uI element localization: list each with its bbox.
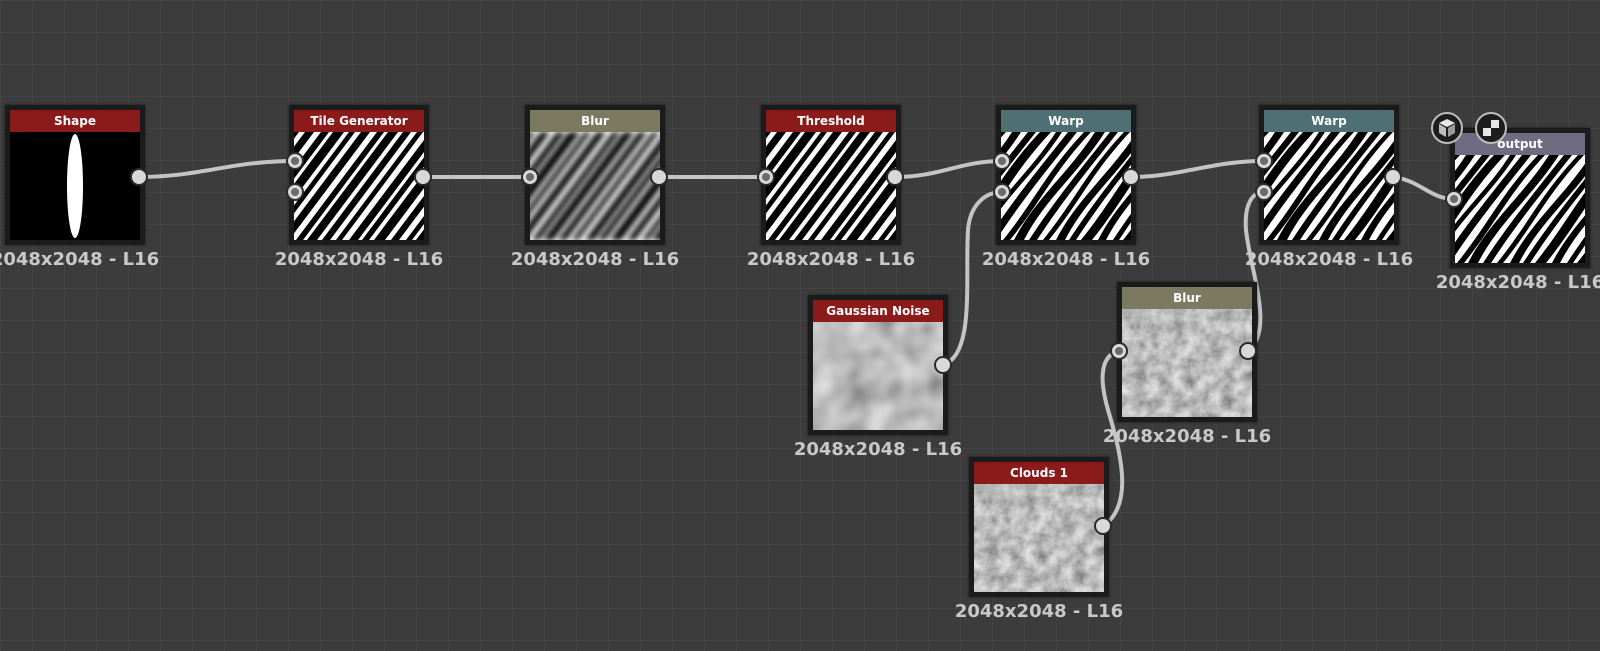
node-thumbnail (766, 132, 896, 240)
input-port-warp-2-1[interactable] (1255, 183, 1273, 201)
node-gaussian-noise[interactable]: Gaussian Noise 2048x2048 - L16 (794, 295, 962, 471)
node-thumbnail (10, 132, 140, 240)
node-frame: output (1450, 128, 1590, 268)
node-thumbnail (294, 132, 424, 240)
node-title: Clouds 1 (974, 462, 1104, 484)
thumbnail-image (813, 322, 943, 430)
view-3d-button[interactable] (1431, 112, 1463, 144)
node-frame: Shape (5, 105, 145, 245)
thumbnail-image (1264, 132, 1394, 240)
output-port-shape-0[interactable] (130, 168, 148, 186)
input-port-tile-generator-0[interactable] (286, 152, 304, 170)
output-port-warp-1-0[interactable] (1122, 168, 1140, 186)
node-shape[interactable]: Shape 2048x2048 - L16 (0, 105, 159, 281)
wire-shape-to-tile (137, 159, 297, 179)
node-resolution-label: 2048x2048 - L16 (274, 249, 444, 270)
node-resolution-label: 2048x2048 - L16 (1244, 249, 1414, 270)
node-blur-1[interactable]: Blur 2048x2048 - L16 (511, 105, 679, 281)
node-resolution-label: 2048x2048 - L16 (1102, 426, 1272, 447)
node-resolution-label: 2048x2048 - L16 (793, 439, 963, 460)
thumbnail-image (766, 132, 896, 240)
node-thumbnail (530, 132, 660, 240)
node-title: Blur (1122, 287, 1252, 309)
checker-2d-icon (1483, 120, 1499, 136)
node-blur-2[interactable]: Blur 2048x2048 - L16 (1103, 282, 1271, 458)
node-frame: Clouds 1 (969, 457, 1109, 597)
wire-noise-to-warp1 (941, 190, 1004, 367)
node-frame: Tile Generator (289, 105, 429, 245)
node-thumbnail (974, 484, 1104, 592)
node-thumbnail (1455, 155, 1585, 263)
node-frame: Threshold (761, 105, 901, 245)
node-output[interactable]: output 2048x2048 - L16 (1436, 128, 1600, 304)
node-frame: Blur (1117, 282, 1257, 422)
output-port-threshold-0[interactable] (886, 168, 904, 186)
node-resolution-label: 2048x2048 - L16 (0, 249, 160, 270)
node-thumbnail (1122, 309, 1252, 417)
connection-wires (137, 159, 1456, 528)
input-port-tile-generator-1[interactable] (286, 183, 304, 201)
node-resolution-label: 2048x2048 - L16 (981, 249, 1151, 270)
input-port-warp-1-0[interactable] (993, 152, 1011, 170)
output-port-clouds-1-0[interactable] (1094, 517, 1112, 535)
view-2d-button[interactable] (1475, 112, 1507, 144)
node-thumbnail (1001, 132, 1131, 240)
node-frame: Warp (996, 105, 1136, 245)
node-resolution-label: 2048x2048 - L16 (510, 249, 680, 270)
node-threshold[interactable]: Threshold 2048x2048 - L16 (747, 105, 915, 281)
output-port-tile-generator-0[interactable] (414, 168, 432, 186)
node-title: Warp (1264, 110, 1394, 132)
node-frame: Gaussian Noise (808, 295, 948, 435)
thumbnail-image (1455, 155, 1585, 263)
wire-warp1-to-warp2 (1129, 159, 1266, 179)
output-port-blur-2-0[interactable] (1239, 342, 1257, 360)
output-port-warp-2-0[interactable] (1384, 168, 1402, 186)
input-port-blur-1-0[interactable] (521, 168, 539, 186)
thumbnail-image (530, 132, 660, 240)
input-port-warp-2-0[interactable] (1255, 152, 1273, 170)
node-tile-generator[interactable]: Tile Generator 2048x2048 - L16 (275, 105, 443, 281)
output-port-gaussian-noise-0[interactable] (934, 356, 952, 374)
output-port-blur-1-0[interactable] (650, 168, 668, 186)
node-warp-2[interactable]: Warp 2048x2048 - L16 (1245, 105, 1413, 281)
input-port-warp-1-1[interactable] (993, 183, 1011, 201)
thumbnail-image (1001, 132, 1131, 240)
node-thumbnail (813, 322, 943, 430)
input-port-threshold-0[interactable] (757, 168, 775, 186)
node-frame: Blur (525, 105, 665, 245)
node-resolution-label: 2048x2048 - L16 (746, 249, 916, 270)
node-title: Tile Generator (294, 110, 424, 132)
node-resolution-label: 2048x2048 - L16 (1435, 272, 1600, 293)
thumbnail-image (294, 132, 424, 240)
node-title: Shape (10, 110, 140, 132)
input-port-blur-2-0[interactable] (1110, 342, 1128, 360)
thumbnail-image (1122, 309, 1252, 417)
wire-threshold-to-warp1 (893, 159, 1004, 179)
node-warp-1[interactable]: Warp 2048x2048 - L16 (982, 105, 1150, 281)
input-port-output-0[interactable] (1445, 190, 1463, 208)
node-title: Warp (1001, 110, 1131, 132)
node-title: Gaussian Noise (813, 300, 943, 322)
node-resolution-label: 2048x2048 - L16 (954, 601, 1124, 622)
node-title: Threshold (766, 110, 896, 132)
node-title: Blur (530, 110, 660, 132)
node-clouds-1[interactable]: Clouds 1 2048x2048 - L16 (955, 457, 1123, 633)
thumbnail-image (10, 132, 140, 240)
3d-cube-icon (1439, 119, 1455, 137)
node-title: output (1455, 133, 1585, 155)
node-frame: Warp (1259, 105, 1399, 245)
thumbnail-image (974, 484, 1104, 592)
node-thumbnail (1264, 132, 1394, 240)
